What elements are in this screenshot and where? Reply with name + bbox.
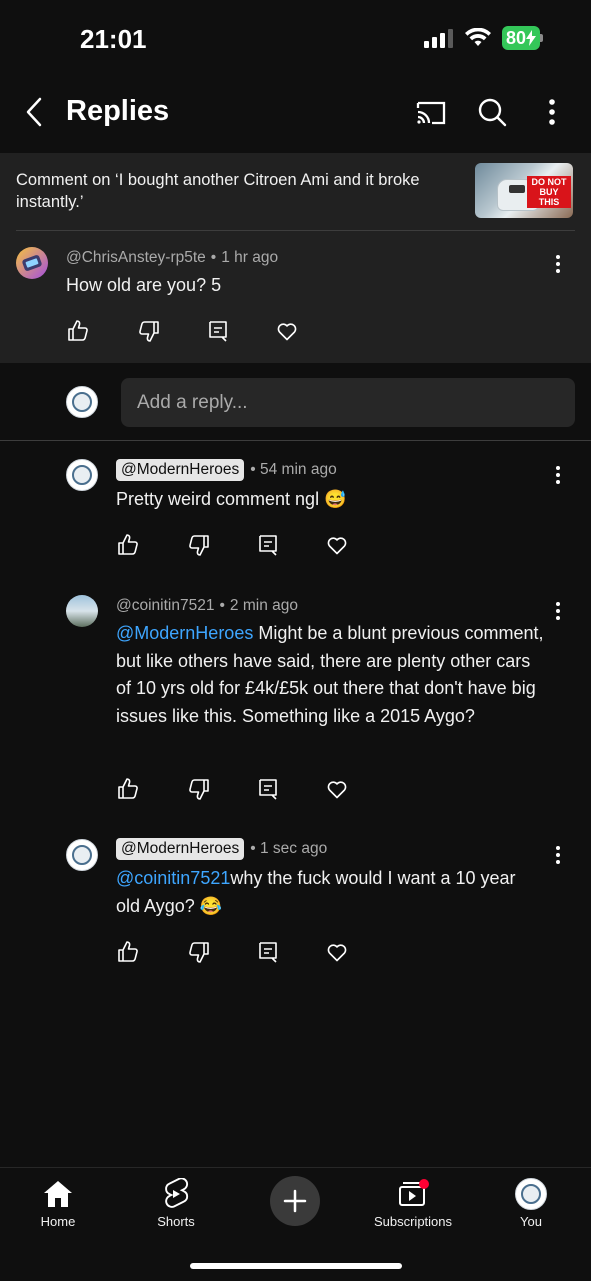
nav-subscriptions[interactable]: Subscriptions	[363, 1178, 463, 1229]
video-thumbnail[interactable]: DO NOT BUY THIS	[475, 163, 573, 218]
back-arrow-icon[interactable]	[18, 94, 54, 130]
nav-shorts-label: Shorts	[157, 1214, 195, 1229]
home-indicator	[190, 1263, 402, 1269]
reply-item: @ModernHeroes • 1 sec ago @coinitin7521w…	[0, 836, 591, 976]
nav-shorts[interactable]: Shorts	[126, 1178, 226, 1229]
comment-options-icon[interactable]	[548, 252, 568, 276]
comment-meta: @ModernHeroes • 54 min ago	[116, 459, 337, 481]
avatar-image	[22, 255, 42, 271]
nav-you-label: You	[520, 1214, 542, 1229]
comment-time: 1 hr ago	[221, 249, 279, 266]
thumbnail-badge: DO NOT BUY THIS	[527, 176, 571, 208]
battery-level: 80	[505, 28, 526, 48]
nav-you[interactable]: You	[481, 1178, 581, 1229]
mention-link[interactable]: @coinitin7521	[116, 868, 230, 888]
comment-author-chip[interactable]: @ModernHeroes	[116, 838, 245, 860]
dislike-icon[interactable]	[187, 940, 211, 964]
heart-icon[interactable]	[325, 533, 349, 557]
avatar[interactable]	[66, 595, 98, 627]
wifi-icon	[464, 28, 491, 46]
mention-link[interactable]: @ModernHeroes	[116, 623, 253, 643]
create-button[interactable]	[270, 1176, 320, 1226]
comment-text: @coinitin7521why the fuck would I want a…	[116, 865, 536, 920]
comment-actions	[66, 319, 344, 343]
nav-home[interactable]: Home	[8, 1178, 108, 1229]
comment-time: 1 sec ago	[260, 840, 328, 857]
nav-subscriptions-label: Subscriptions	[373, 1214, 453, 1229]
emoji-sweat-smile: 😅	[324, 489, 347, 509]
emoji-tears-of-joy: 😂	[199, 895, 223, 916]
comment-text: Pretty weird comment ngl 😅	[116, 486, 347, 514]
like-icon[interactable]	[66, 319, 90, 343]
shorts-icon	[165, 1178, 189, 1208]
more-options-icon[interactable]	[534, 94, 570, 130]
reply-item: @ModernHeroes • 54 min ago Pretty weird …	[0, 456, 591, 566]
heart-icon[interactable]	[275, 319, 299, 343]
comment-time: 54 min ago	[260, 461, 337, 478]
avatar[interactable]	[66, 839, 98, 871]
reply-item: @coinitin7521 • 2 min ago @ModernHeroes …	[0, 592, 591, 812]
dislike-icon[interactable]	[187, 777, 211, 801]
video-context-banner[interactable]: Comment on ‘I bought another Citroen Ami…	[0, 153, 591, 231]
comment-options-icon[interactable]	[548, 463, 568, 487]
battery-indicator: 80	[501, 26, 543, 50]
plus-icon	[283, 1189, 307, 1213]
status-time: 21:01	[80, 24, 147, 54]
dislike-icon[interactable]	[137, 319, 161, 343]
video-context-text: Comment on ‘I bought another Citroen Ami…	[16, 171, 420, 211]
comment-meta: @ModernHeroes • 1 sec ago	[116, 838, 327, 860]
search-icon[interactable]	[474, 94, 510, 130]
subscriptions-icon	[399, 1179, 429, 1206]
charging-bolt-icon	[526, 30, 536, 46]
comment-actions	[116, 777, 394, 801]
comment-options-icon[interactable]	[548, 843, 568, 867]
heart-icon[interactable]	[325, 777, 349, 801]
nav-home-label: Home	[40, 1214, 76, 1229]
cast-icon[interactable]	[413, 94, 449, 130]
current-user-avatar	[66, 386, 98, 418]
page-title: Replies	[66, 95, 170, 127]
reply-icon[interactable]	[256, 777, 280, 801]
home-icon	[44, 1181, 72, 1207]
reply-icon[interactable]	[256, 533, 280, 557]
comment-body: Pretty weird comment ngl	[116, 489, 320, 509]
cellular-signal-icon	[423, 29, 453, 48]
comment-meta: @coinitin7521 • 2 min ago	[116, 597, 298, 615]
dislike-icon[interactable]	[187, 533, 211, 557]
avatar[interactable]	[66, 459, 98, 491]
comment-time: 2 min ago	[229, 597, 298, 614]
bottom-nav: Home Shorts Subscriptions You	[0, 1167, 591, 1281]
like-icon[interactable]	[116, 940, 140, 964]
comment-author[interactable]: @ChrisAnstey-rp5te	[66, 249, 206, 267]
comment-author[interactable]: @coinitin7521	[116, 597, 214, 615]
comment-text: @ModernHeroes Might be a blunt previous …	[116, 620, 546, 730]
comment-author-chip[interactable]: @ModernHeroes	[116, 459, 245, 481]
comment-options-icon[interactable]	[548, 599, 568, 623]
comment-text: How old are you? 5	[66, 275, 222, 295]
reply-input[interactable]	[121, 378, 575, 427]
you-avatar	[515, 1178, 547, 1210]
avatar[interactable]	[16, 247, 48, 279]
reply-icon[interactable]	[206, 319, 230, 343]
comment-actions	[116, 940, 394, 964]
status-icons: 80	[423, 26, 543, 50]
app-header: Replies	[0, 80, 591, 148]
reply-icon[interactable]	[256, 940, 280, 964]
divider	[0, 440, 591, 441]
like-icon[interactable]	[116, 777, 140, 801]
comment-actions	[116, 533, 394, 557]
parent-comment: @ChrisAnstey-rp5te • 1 hr ago How old ar…	[0, 231, 591, 363]
comment-meta: @ChrisAnstey-rp5te • 1 hr ago	[66, 249, 279, 267]
like-icon[interactable]	[116, 533, 140, 557]
heart-icon[interactable]	[325, 940, 349, 964]
